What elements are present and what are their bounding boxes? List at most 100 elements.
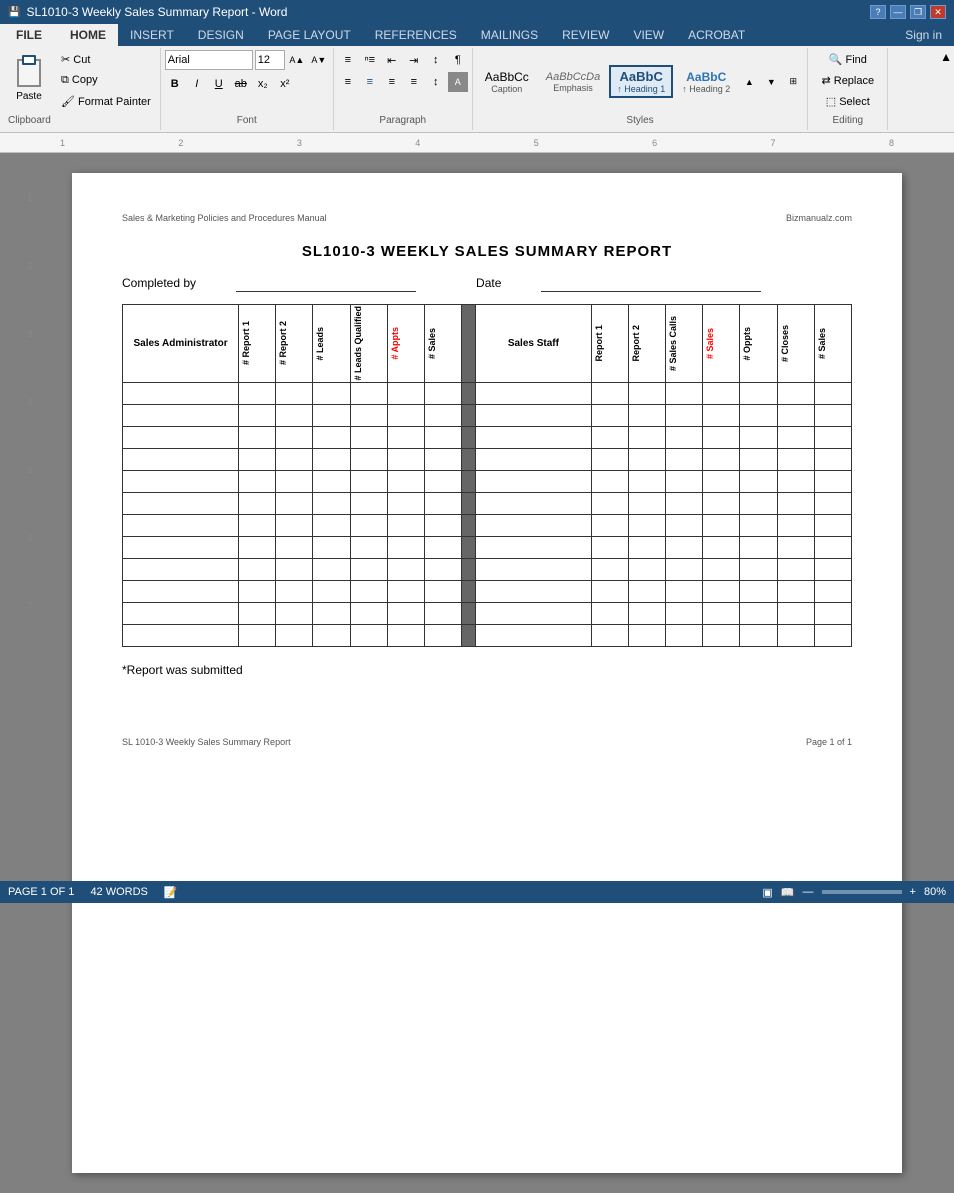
tab-file[interactable]: FILE xyxy=(0,24,58,46)
select-button[interactable]: ⬚ Select xyxy=(821,92,875,111)
font-grow-btn[interactable]: A▲ xyxy=(287,50,307,70)
table-row[interactable] xyxy=(123,492,852,514)
ribbon-tabs: FILE HOME INSERT DESIGN PAGE LAYOUT REFE… xyxy=(0,24,954,46)
styles-scroll-up[interactable]: ▲ xyxy=(739,72,759,92)
font-name-input[interactable] xyxy=(165,50,253,70)
styles-scroll-down[interactable]: ▼ xyxy=(761,72,781,92)
ruler-marks: 12345678 xyxy=(60,138,894,148)
font-label: Font xyxy=(233,113,261,128)
page-header-right: Bizmanualz.com xyxy=(786,213,852,223)
styles-expand[interactable]: ⊞ xyxy=(783,72,803,92)
table-row[interactable] xyxy=(123,558,852,580)
sign-in-link[interactable]: Sign in xyxy=(893,24,954,46)
zoom-out-btn[interactable]: — xyxy=(803,886,814,898)
header-leads: # Leads xyxy=(313,305,350,383)
table-body xyxy=(123,382,852,646)
page-footer-left: SL 1010-3 Weekly Sales Summary Report xyxy=(122,737,291,747)
header-calls: # Sales Calls xyxy=(666,305,703,383)
table-row[interactable] xyxy=(123,514,852,536)
tab-page-layout[interactable]: PAGE LAYOUT xyxy=(256,24,363,46)
table-row[interactable] xyxy=(123,470,852,492)
layout-icon[interactable]: ▣ xyxy=(762,886,772,899)
table-row[interactable] xyxy=(123,624,852,646)
align-center-btn[interactable]: ≡ xyxy=(360,72,380,92)
header-staff-sales: # Sales xyxy=(814,305,851,383)
tab-design[interactable]: DESIGN xyxy=(186,24,256,46)
header-oppts: # Oppts xyxy=(740,305,777,383)
restore-btn[interactable]: ❐ xyxy=(910,5,926,19)
table-row[interactable] xyxy=(123,536,852,558)
align-left-btn[interactable]: ≡ xyxy=(338,72,358,92)
help-btn[interactable]: ? xyxy=(870,5,886,19)
collapse-ribbon-btn[interactable]: ▲ xyxy=(938,48,954,130)
subscript-btn[interactable]: x₂ xyxy=(253,74,273,94)
header-closes: # Closes xyxy=(777,305,814,383)
title-bar: 💾 SL1010-3 Weekly Sales Summary Report -… xyxy=(0,0,954,24)
read-icon[interactable]: 📖 xyxy=(781,886,795,899)
style-emphasis[interactable]: AaBbCcDa Emphasis xyxy=(539,68,607,96)
tab-acrobat[interactable]: ACROBAT xyxy=(676,24,757,46)
header-divider xyxy=(461,305,475,383)
title-bar-left: 💾 SL1010-3 Weekly Sales Summary Report -… xyxy=(8,5,287,19)
tab-mailings[interactable]: MAILINGS xyxy=(469,24,550,46)
numbering-btn[interactable]: ⁿ≡ xyxy=(360,50,380,70)
title-bar-icons: ? — ❐ ✕ xyxy=(870,5,946,19)
minimize-btn[interactable]: — xyxy=(890,5,906,19)
date-field[interactable] xyxy=(541,276,761,292)
italic-button[interactable]: I xyxy=(187,74,207,94)
table-header-row: Sales Administrator # Report 1 # Report … xyxy=(123,305,852,383)
vertical-ruler: 1234567 xyxy=(20,173,40,1173)
page-header-left: Sales & Marketing Policies and Procedure… xyxy=(122,213,327,223)
tab-insert[interactable]: INSERT xyxy=(118,24,186,46)
table-row[interactable] xyxy=(123,382,852,404)
style-heading2[interactable]: AaBbC ↑ Heading 2 xyxy=(675,67,737,97)
find-button[interactable]: 🔍 Find xyxy=(824,50,872,69)
header-qualified: # Leads Qualified xyxy=(350,305,387,383)
align-right-btn[interactable]: ≡ xyxy=(382,72,402,92)
strikethrough-btn[interactable]: ab xyxy=(231,74,251,94)
zoom-slider[interactable] xyxy=(822,890,902,894)
table-row[interactable] xyxy=(123,426,852,448)
styles-label: Styles xyxy=(622,113,657,128)
track-changes-icon: 📝 xyxy=(164,886,178,899)
justify-btn[interactable]: ≡ xyxy=(404,72,424,92)
shading-btn[interactable]: A xyxy=(448,72,468,92)
table-row[interactable] xyxy=(123,602,852,624)
table-row[interactable] xyxy=(123,580,852,602)
format-painter-button[interactable]: 🖌 Format Painter xyxy=(56,92,156,111)
font-name-row: A▲ A▼ xyxy=(165,50,329,70)
zoom-level: 80% xyxy=(924,886,946,898)
font-shrink-btn[interactable]: A▼ xyxy=(309,50,329,70)
superscript-btn[interactable]: x² xyxy=(275,74,295,94)
pilcrow-btn[interactable]: ¶ xyxy=(448,50,468,70)
word-count: 42 WORDS xyxy=(90,886,147,899)
bullets-btn[interactable]: ≡ xyxy=(338,50,358,70)
tab-home[interactable]: HOME xyxy=(58,24,118,46)
style-caption[interactable]: AaBbCc Caption xyxy=(477,67,537,97)
page-footer: SL 1010-3 Weekly Sales Summary Report Pa… xyxy=(122,737,852,747)
replace-button[interactable]: ⇄ Replace xyxy=(816,71,879,90)
table-row[interactable] xyxy=(123,448,852,470)
sort-btn[interactable]: ↕ xyxy=(426,50,446,70)
status-bar: PAGE 1 OF 1 42 WORDS 📝 ▣ 📖 — + 80% xyxy=(0,881,954,903)
cut-button[interactable]: ✂ Cut xyxy=(56,50,156,69)
line-spacing-btn[interactable]: ↕ xyxy=(426,72,446,92)
style-heading1[interactable]: AaBbC ↑ Heading 1 xyxy=(609,65,673,98)
table-row[interactable] xyxy=(123,404,852,426)
tab-view[interactable]: VIEW xyxy=(621,24,676,46)
paste-button[interactable]: Paste xyxy=(4,50,54,111)
font-size-input[interactable] xyxy=(255,50,285,70)
document-page[interactable]: Sales & Marketing Policies and Procedure… xyxy=(72,173,902,1173)
underline-button[interactable]: U xyxy=(209,74,229,94)
indent-dec-btn[interactable]: ⇤ xyxy=(382,50,402,70)
copy-button[interactable]: ⧉ Copy xyxy=(56,71,156,90)
date-label: Date xyxy=(476,276,501,292)
zoom-in-btn[interactable]: + xyxy=(910,886,916,898)
tab-references[interactable]: REFERENCES xyxy=(363,24,469,46)
bold-button[interactable]: B xyxy=(165,74,185,94)
completed-by-field[interactable] xyxy=(236,276,416,292)
indent-inc-btn[interactable]: ⇥ xyxy=(404,50,424,70)
editing-label: Editing xyxy=(829,113,868,128)
tab-review[interactable]: REVIEW xyxy=(550,24,621,46)
close-btn[interactable]: ✕ xyxy=(930,5,946,19)
